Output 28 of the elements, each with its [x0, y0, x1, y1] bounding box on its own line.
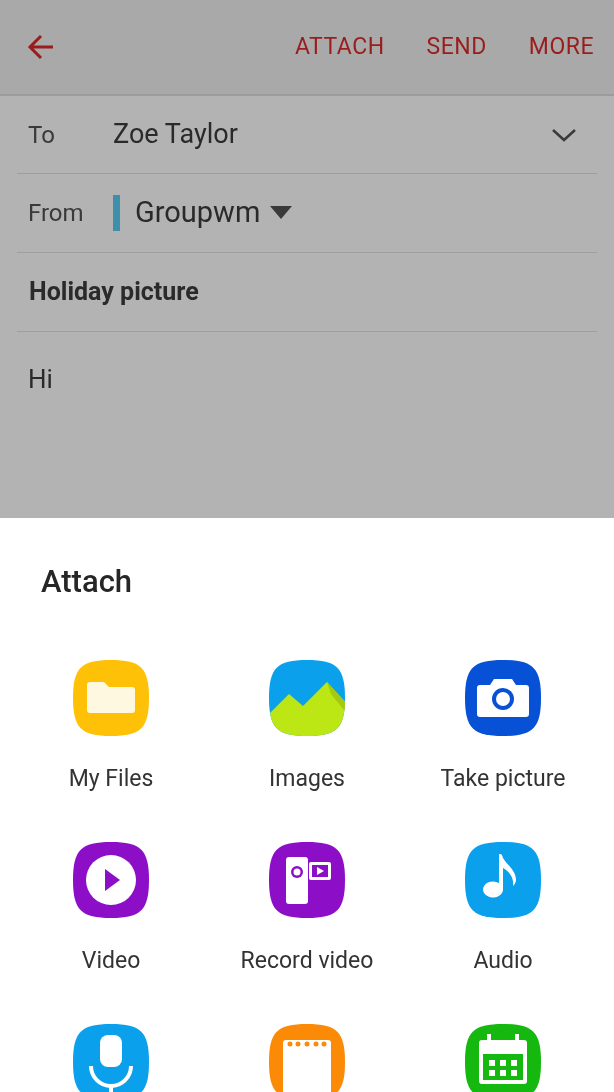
- microphone-icon[interactable]: [71, 1022, 151, 1092]
- attach-option-label[interactable]: Record video: [240, 946, 374, 976]
- video-camera-icon[interactable]: [267, 840, 347, 920]
- field-label: From: [27, 198, 85, 229]
- recipient-value[interactable]: Zoe Taylor: [113, 114, 238, 155]
- camera-icon[interactable]: [463, 658, 543, 738]
- subject-field[interactable]: Holiday picture: [17, 273, 199, 311]
- attach-option-label[interactable]: Audio: [473, 946, 533, 976]
- toolbar-action[interactable]: MORE: [528, 29, 594, 65]
- play-icon[interactable]: [71, 840, 151, 920]
- calendar-icon[interactable]: [463, 1022, 543, 1092]
- message-body[interactable]: Hi: [28, 364, 53, 394]
- field-label: To: [27, 119, 56, 151]
- back-arrow-icon[interactable]: [26, 32, 56, 62]
- dropdown-triangle-icon[interactable]: [270, 206, 293, 220]
- attach-option-label[interactable]: My Files: [68, 764, 154, 794]
- toolbar-action[interactable]: ATTACH: [295, 29, 385, 65]
- sender-dropdown[interactable]: Groupwm: [135, 191, 261, 235]
- mountain-image-icon[interactable]: [267, 658, 347, 738]
- sheet-title: Attach: [40, 562, 133, 602]
- attach-option-label[interactable]: Images: [269, 764, 345, 794]
- toolbar-action[interactable]: SEND: [426, 29, 487, 65]
- account-color-bar: [113, 195, 120, 231]
- attach-option-label[interactable]: Video: [81, 946, 141, 976]
- music-note-icon[interactable]: [463, 840, 543, 920]
- chevron-down-icon[interactable]: [551, 126, 577, 143]
- notepad-icon[interactable]: [267, 1022, 347, 1092]
- attach-option-label[interactable]: Take picture: [440, 764, 566, 794]
